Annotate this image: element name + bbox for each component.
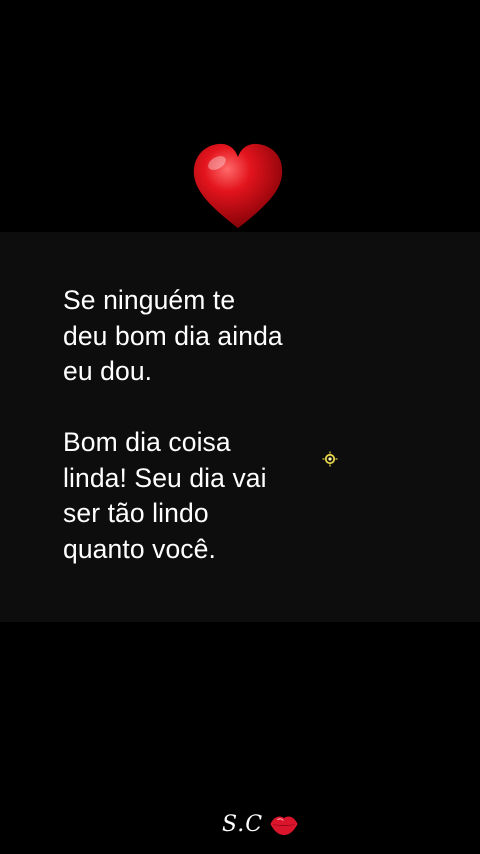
message-line: linda! Seu dia vai: [63, 462, 267, 493]
sparkle-icon: [322, 451, 338, 467]
screen: Se ninguém te deu bom dia ainda eu dou. …: [0, 0, 480, 854]
good-morning-message: Se ninguém te deu bom dia ainda eu dou. …: [63, 283, 363, 567]
message-line: deu bom dia ainda: [63, 320, 283, 351]
message-line: Se ninguém te: [63, 285, 236, 315]
kiss-lips-icon: [270, 816, 298, 836]
message-line: Bom dia coisa: [63, 427, 231, 457]
red-heart-icon: [190, 140, 286, 232]
signature-initials: S.C: [222, 811, 264, 837]
message-line: eu dou.: [63, 356, 153, 386]
message-line: quanto você.: [63, 533, 216, 564]
signature: S.C: [222, 806, 301, 842]
message-line: ser tão lindo: [63, 498, 209, 528]
